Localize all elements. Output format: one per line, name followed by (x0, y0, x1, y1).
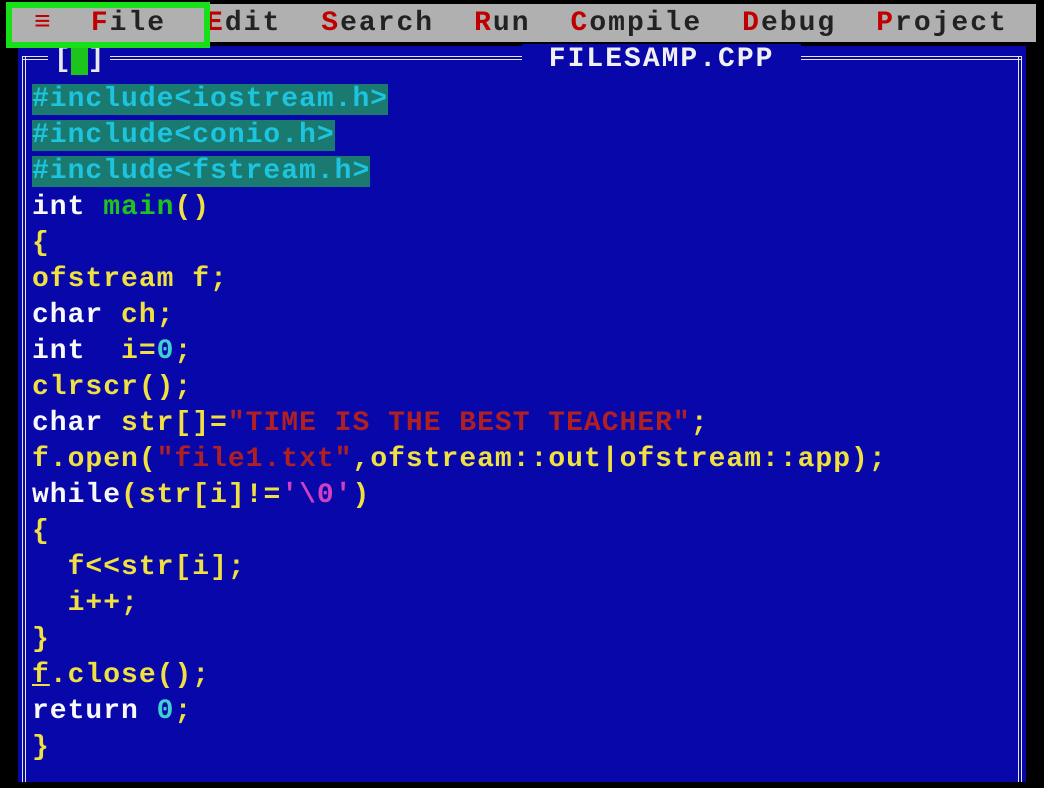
menu-file[interactable]: File (71, 8, 186, 39)
code-line: while(str[i]!='\0') (32, 478, 1012, 514)
menubar: ≡ File Edit Search Run Compile Debug Pro… (8, 4, 1036, 42)
code-line: clrscr(); (32, 370, 1012, 406)
code-line: #include<fstream.h> (32, 154, 1012, 190)
code-line: { (32, 226, 1012, 262)
code-line: int i=0; (32, 334, 1012, 370)
menu-debug[interactable]: Debug (722, 8, 856, 39)
code-line: ofstream f; (32, 262, 1012, 298)
code-line: char str[]="TIME IS THE BEST TEACHER"; (32, 406, 1012, 442)
frame-border (22, 56, 32, 782)
code-line: f<<str[i]; (32, 550, 1012, 586)
code-line: } (32, 730, 1012, 766)
code-line: int main() (32, 190, 1012, 226)
code-line: f.open("file1.txt",ofstream::out|ofstrea… (32, 442, 1012, 478)
code-line: #include<conio.h> (32, 118, 1012, 154)
editor-window: [■] FILESAMP.CPP #include<iostream.h>#in… (18, 46, 1026, 782)
code-line: #include<iostream.h> (32, 82, 1012, 118)
code-line: { (32, 514, 1012, 550)
window-close-button[interactable]: [■] (48, 44, 110, 75)
code-line: char ch; (32, 298, 1012, 334)
code-editor[interactable]: #include<iostream.h>#include<conio.h>#in… (32, 82, 1012, 778)
frame-border (1012, 56, 1022, 782)
menu-compile[interactable]: Compile (551, 8, 723, 39)
menu-search[interactable]: Search (301, 8, 454, 39)
code-line: return 0; (32, 694, 1012, 730)
menu-project[interactable]: Project (856, 8, 1028, 39)
window-title: FILESAMP.CPP (522, 44, 801, 75)
code-line: i++; (32, 586, 1012, 622)
menu-edit[interactable]: Edit (186, 8, 301, 39)
ide-screen: ≡ File Edit Search Run Compile Debug Pro… (0, 0, 1044, 788)
code-line: f.close(); (32, 658, 1012, 694)
code-line: } (32, 622, 1012, 658)
menu-run[interactable]: Run (454, 8, 550, 39)
system-menu-icon[interactable]: ≡ (8, 8, 71, 39)
